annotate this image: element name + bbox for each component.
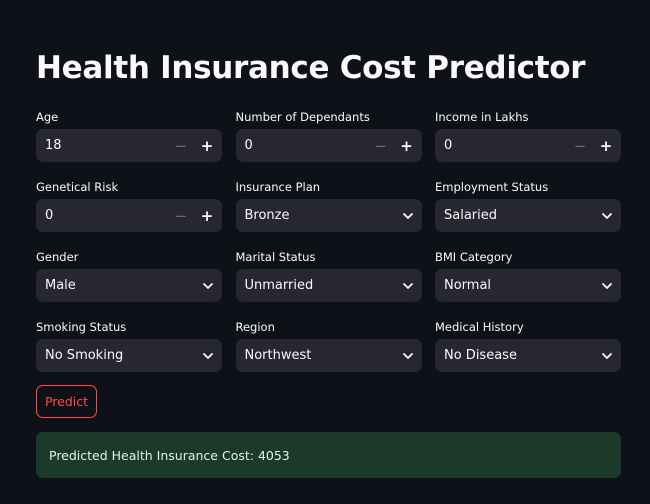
medical-history-label: Medical History	[435, 320, 524, 334]
input-form: Age 18 − + Number of Dependants 0 − + In…	[36, 110, 621, 390]
smoking-status-value: No Smoking	[45, 348, 124, 363]
insurance-plan-select[interactable]: Bronze	[235, 199, 422, 232]
field-insurance-plan: Insurance Plan Bronze	[235, 180, 422, 250]
field-marital-status: Marital Status Unmarried	[235, 250, 422, 320]
plus-icon: +	[400, 136, 413, 155]
chevron-down-icon[interactable]	[593, 339, 621, 372]
age-increment-button[interactable]: +	[194, 129, 220, 162]
field-bmi-category: BMI Category Normal	[435, 250, 621, 320]
smoking-status-label: Smoking Status	[36, 320, 127, 334]
marital-status-label: Marital Status	[235, 250, 316, 264]
plus-icon: +	[200, 206, 214, 225]
genetical-risk-number-input[interactable]: 0 − +	[36, 199, 222, 232]
field-genetical-risk: Genetical Risk 0 − +	[36, 180, 222, 250]
prediction-result-banner: Predicted Health Insurance Cost: 4053	[36, 432, 621, 478]
field-medical-history: Medical History No Disease	[435, 320, 621, 390]
age-number-input[interactable]: 18 − +	[36, 129, 222, 162]
insurance-plan-value: Bronze	[244, 208, 290, 223]
dependants-decrement-button[interactable]: −	[368, 129, 394, 162]
minus-icon: −	[174, 206, 188, 225]
gender-value: Male	[45, 278, 76, 293]
field-income: Income in Lakhs 0 − +	[435, 110, 621, 180]
minus-icon: −	[174, 136, 188, 155]
prediction-result-text: Predicted Health Insurance Cost: 4053	[49, 447, 290, 463]
chevron-down-icon[interactable]	[194, 269, 222, 302]
plus-icon: +	[200, 136, 214, 155]
region-select[interactable]: Northwest	[235, 339, 422, 372]
app-root: Health Insurance Cost Predictor Age 18 −…	[0, 0, 650, 504]
chevron-down-icon[interactable]	[593, 269, 621, 302]
field-gender: Gender Male	[36, 250, 222, 320]
employment-status-value: Salaried	[444, 208, 498, 223]
dependants-increment-button[interactable]: +	[394, 129, 420, 162]
field-region: Region Northwest	[235, 320, 422, 390]
income-increment-button[interactable]: +	[593, 129, 619, 162]
dependants-value[interactable]: 0	[236, 138, 368, 153]
gender-select[interactable]: Male	[36, 269, 222, 302]
field-smoking-status: Smoking Status No Smoking	[36, 320, 222, 390]
income-label: Income in Lakhs	[435, 110, 529, 124]
employment-status-select[interactable]: Salaried	[435, 199, 621, 232]
field-employment-status: Employment Status Salaried	[435, 180, 621, 250]
income-value[interactable]: 0	[435, 138, 567, 153]
field-dependants: Number of Dependants 0 − +	[235, 110, 422, 180]
region-value: Northwest	[244, 348, 312, 363]
minus-icon: −	[374, 136, 387, 155]
bmi-category-value: Normal	[444, 278, 492, 293]
medical-history-select[interactable]: No Disease	[435, 339, 621, 372]
chevron-down-icon[interactable]	[593, 199, 621, 232]
genetical-risk-increment-button[interactable]: +	[194, 199, 220, 232]
marital-status-value: Unmarried	[244, 278, 314, 293]
marital-status-select[interactable]: Unmarried	[235, 269, 422, 302]
genetical-risk-value[interactable]: 0	[36, 208, 168, 223]
dependants-number-input[interactable]: 0 − +	[235, 129, 422, 162]
income-number-input[interactable]: 0 − +	[435, 129, 621, 162]
region-label: Region	[235, 320, 275, 334]
insurance-plan-label: Insurance Plan	[235, 180, 321, 194]
age-value[interactable]: 18	[36, 138, 168, 153]
dependants-label: Number of Dependants	[235, 110, 370, 124]
gender-label: Gender	[36, 250, 79, 264]
chevron-down-icon[interactable]	[394, 269, 422, 302]
chevron-down-icon[interactable]	[194, 339, 222, 372]
income-decrement-button[interactable]: −	[567, 129, 593, 162]
genetical-risk-decrement-button[interactable]: −	[168, 199, 194, 232]
bmi-category-select[interactable]: Normal	[435, 269, 621, 302]
employment-status-label: Employment Status	[435, 180, 549, 194]
field-age: Age 18 − +	[36, 110, 222, 180]
chevron-down-icon[interactable]	[394, 339, 422, 372]
age-label: Age	[36, 110, 59, 124]
medical-history-value: No Disease	[444, 348, 517, 363]
page-title: Health Insurance Cost Predictor	[36, 50, 586, 86]
age-decrement-button[interactable]: −	[168, 129, 194, 162]
smoking-status-select[interactable]: No Smoking	[36, 339, 222, 372]
chevron-down-icon[interactable]	[394, 199, 422, 232]
predict-button[interactable]: Predict	[36, 385, 97, 418]
bmi-category-label: BMI Category	[435, 250, 513, 264]
minus-icon: −	[573, 136, 587, 155]
plus-icon: +	[599, 136, 613, 155]
genetical-risk-label: Genetical Risk	[36, 180, 119, 194]
